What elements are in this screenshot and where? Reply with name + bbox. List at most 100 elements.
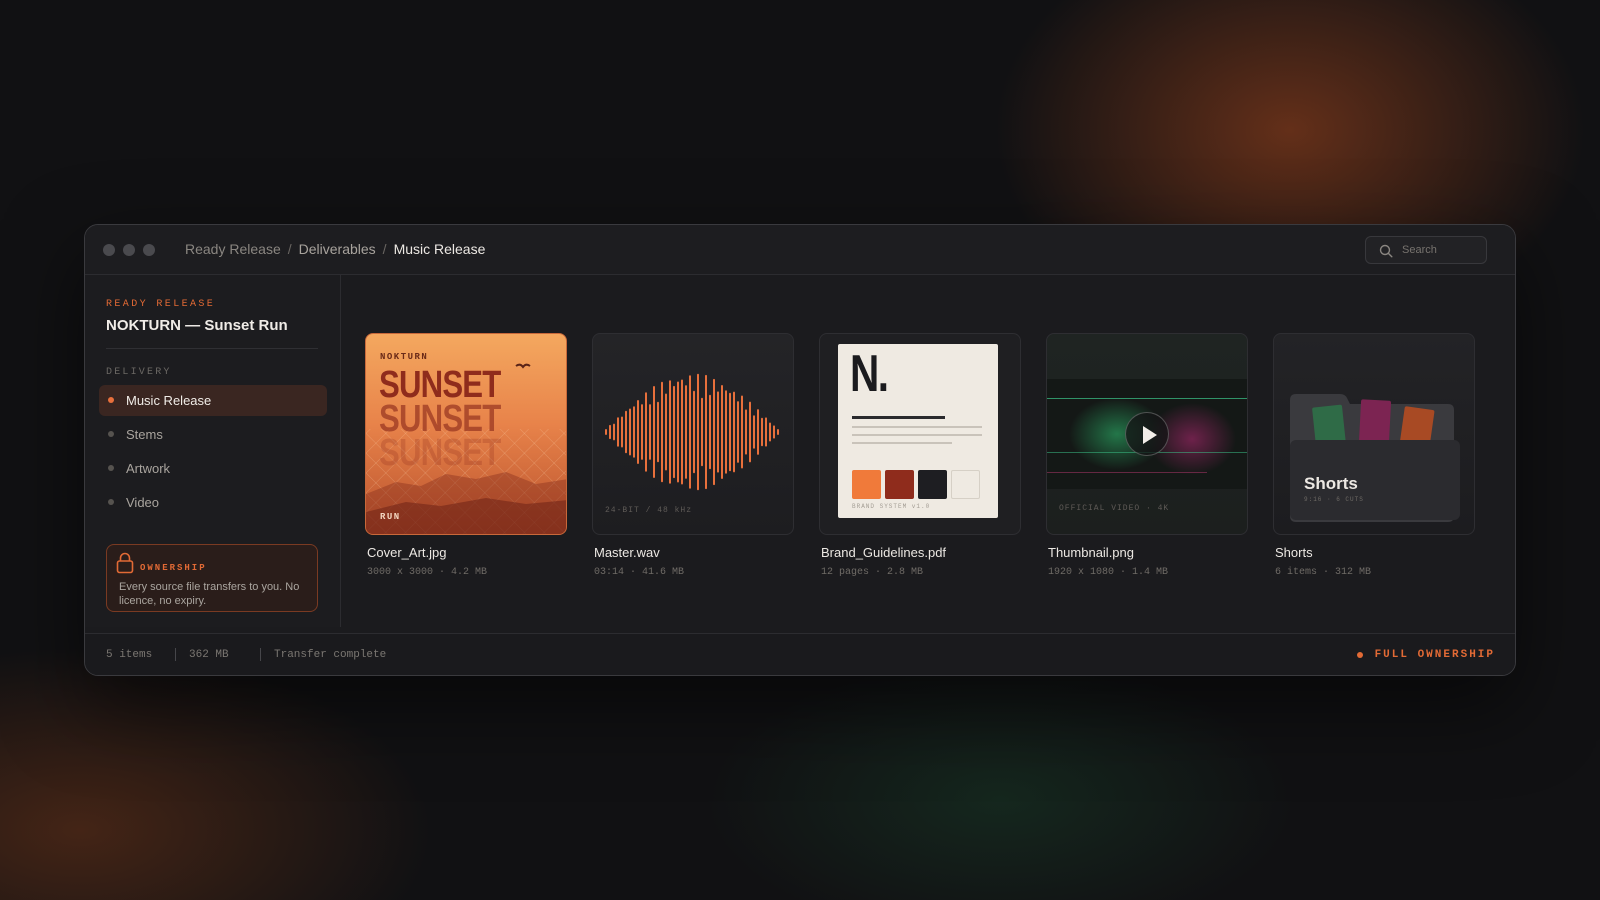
waveform-bar (765, 417, 767, 447)
breadcrumb-item-deliverables[interactable]: Deliverables (299, 241, 376, 257)
scanline (1047, 398, 1247, 399)
play-button[interactable] (1125, 412, 1169, 456)
file-name: Master.wav (594, 545, 660, 560)
ownership-title: OWNERSHIP (140, 563, 207, 573)
waveform-bar (653, 385, 655, 479)
play-icon (1143, 426, 1157, 444)
file-card-master-wav[interactable]: 24-BIT / 48 kHz (592, 333, 794, 535)
waveform-bar (769, 422, 771, 442)
sidebar: READY RELEASE NOKTURN — Sunset Run DELIV… (85, 275, 341, 627)
file-meta: 03:14 · 41.6 MB (594, 567, 685, 578)
waveform-bar (701, 397, 703, 467)
waveform-bar (725, 390, 727, 474)
window-zoom-button[interactable] (143, 244, 155, 256)
waveform-bar (633, 406, 635, 458)
brand-caption: BRAND SYSTEM v1.0 (852, 503, 931, 510)
file-meta: 3000 x 3000 · 4.2 MB (367, 567, 488, 578)
waveform-bar (705, 374, 707, 490)
sidebar-item-stems[interactable]: Stems (99, 419, 327, 450)
cover-headline-3: SUNSET (379, 432, 501, 474)
waveform-bar (673, 385, 675, 479)
pdf-page-preview: N. BRAND SYSTEM v1.0 (838, 344, 998, 518)
audio-format-caption: 24-BIT / 48 kHz (605, 506, 693, 515)
color-swatch (885, 470, 914, 499)
breadcrumb-separator: / (382, 241, 387, 257)
waveform-bar (669, 380, 671, 484)
waveform-bar (753, 415, 755, 449)
file-meta: 12 pages · 2.8 MB (821, 567, 924, 578)
video-caption: OFFICIAL VIDEO · 4K (1059, 504, 1170, 513)
nav-dot-icon (108, 397, 114, 403)
text-line (852, 426, 982, 428)
waveform-bar (773, 425, 775, 439)
status-dot-icon (1357, 652, 1363, 658)
file-card-shorts-folder[interactable]: Shorts 9:16 · 6 CUTS (1273, 333, 1475, 535)
text-line (852, 434, 982, 436)
scanline (1047, 472, 1207, 473)
search-icon (1379, 244, 1393, 258)
app-window: Ready Release / Deliverables / Music Rel… (84, 224, 1516, 676)
sidebar-item-label: Stems (126, 427, 163, 442)
file-card-brand-guidelines[interactable]: N. BRAND SYSTEM v1.0 (819, 333, 1021, 535)
search-input[interactable]: Search (1365, 236, 1487, 264)
status-total-size: 362 MB (189, 649, 229, 661)
waveform-bar (685, 385, 687, 479)
breadcrumb: Ready Release / Deliverables / Music Rel… (185, 241, 485, 257)
waveform-bar (681, 379, 683, 485)
sidebar-item-artwork[interactable]: Artwork (99, 453, 327, 484)
file-name: Shorts (1275, 545, 1313, 560)
waveform-icon (605, 373, 779, 491)
lock-icon (116, 552, 134, 574)
waveform-bar (741, 395, 743, 469)
waveform-bar (777, 429, 779, 435)
cover-footer-label: RUN (380, 512, 401, 522)
color-swatch (918, 470, 947, 499)
color-swatches (852, 470, 980, 499)
color-swatch (852, 470, 881, 499)
file-name: Brand_Guidelines.pdf (821, 545, 947, 560)
waveform-bar (709, 394, 711, 470)
file-name: Thumbnail.png (1048, 545, 1134, 560)
sidebar-item-label: Video (126, 495, 160, 510)
cover-artist-label: NOKTURN (380, 352, 429, 362)
waveform-bar (661, 381, 663, 483)
project-title: NOKTURN — Sunset Run (106, 317, 288, 334)
sidebar-item-video[interactable]: Video (99, 487, 327, 518)
sidebar-item-music-release[interactable]: Music Release (99, 385, 327, 416)
waveform-bar (721, 385, 723, 479)
nav-dot-icon (108, 465, 114, 471)
sidebar-item-label: Music Release (126, 393, 212, 408)
breadcrumb-item-ready-release[interactable]: Ready Release (185, 241, 281, 257)
text-line (852, 416, 945, 419)
file-name: Cover_Art.jpg (367, 545, 447, 560)
file-card-cover-art[interactable]: NOKTURN SUNSET SUNSET SUNSET RUN (365, 333, 567, 535)
waveform-bar (637, 400, 639, 464)
waveform-bar (641, 404, 643, 460)
waveform-bar (609, 424, 611, 440)
nav-dot-icon (108, 499, 114, 505)
waveform-bar (605, 429, 607, 435)
folder-icon (1290, 394, 1460, 522)
ownership-panel: OWNERSHIP Every source file transfers to… (106, 544, 318, 612)
waveform-bar (629, 408, 631, 456)
window-minimize-button[interactable] (123, 244, 135, 256)
waveform-bar (717, 391, 719, 473)
waveform-bar (625, 410, 627, 454)
waveform-bar (737, 401, 739, 463)
waveform-bar (645, 392, 647, 472)
folder-label: Shorts (1304, 474, 1358, 493)
window-close-button[interactable] (103, 244, 115, 256)
text-line (852, 442, 952, 444)
waveform-bar (757, 409, 759, 455)
waveform-bar (713, 378, 715, 486)
file-card-thumbnail[interactable]: OFFICIAL VIDEO · 4K (1046, 333, 1248, 535)
title-bar: Ready Release / Deliverables / Music Rel… (85, 225, 1515, 275)
status-transfer: Transfer complete (274, 649, 387, 661)
waveform-bar (697, 373, 699, 491)
file-grid: NOKTURN SUNSET SUNSET SUNSET RUN Cover_A… (341, 275, 1515, 627)
waveform-bar (621, 416, 623, 448)
waveform-bar (733, 391, 735, 473)
nav-dot-icon (108, 431, 114, 437)
waveform-bar (729, 392, 731, 472)
file-meta: 1920 x 1080 · 1.4 MB (1048, 567, 1169, 578)
